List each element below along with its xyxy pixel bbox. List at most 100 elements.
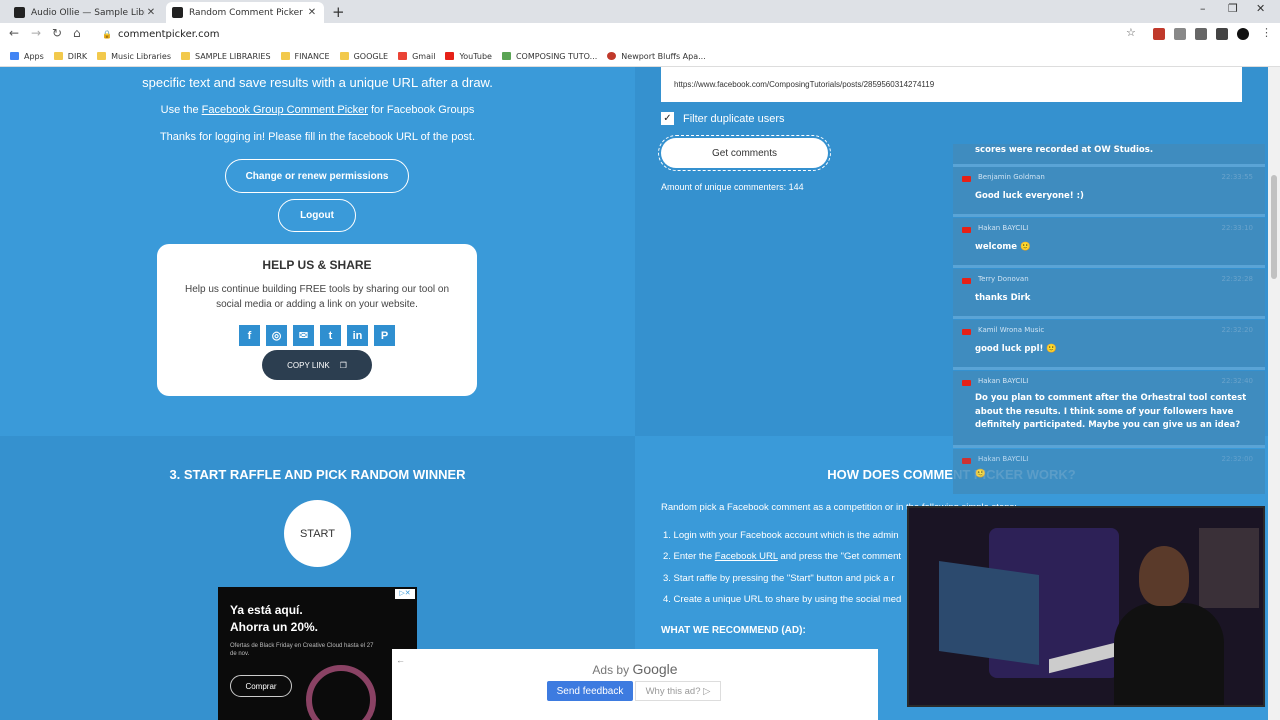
apps-grid-icon [10, 52, 19, 60]
bookmark-apps[interactable]: Apps [10, 52, 44, 61]
why-this-ad-button[interactable]: Why this ad? ▷ [635, 681, 721, 701]
comment-item: Hakan BAYCILI 22:32:00 🙂 [953, 449, 1265, 494]
bookmark-label: COMPOSING TUTO... [515, 51, 598, 61]
bookmark-finance[interactable]: FINANCE [280, 52, 330, 61]
group-picker-link[interactable]: Facebook Group Comment Picker [202, 104, 368, 116]
twitter-icon[interactable]: t [320, 325, 341, 346]
tab-title: Random Comment Picker for Fac [189, 7, 306, 18]
comment-message: good luck ppl! 🙂 [975, 344, 1057, 354]
bookmark-newport-bluffs[interactable]: Newport Bluffs Apa... [607, 52, 706, 61]
comment-message: thanks Dirk [975, 293, 1031, 303]
step-3: 3. Start raffle by pressing the "Start" … [663, 573, 895, 584]
reload-icon[interactable]: ↻ [52, 26, 62, 40]
ad-headline: Ya está aquí. Ahorra un 20%. [230, 602, 318, 636]
comment-author: Hakan BAYCILI [978, 455, 1029, 463]
webcam-person-head [1139, 546, 1189, 606]
bookmarks-bar: Apps DIRK Music Libraries SAMPLE LIBRARI… [0, 46, 1280, 67]
linkedin-icon[interactable]: in [347, 325, 368, 346]
filter-duplicates[interactable]: ✓ Filter duplicate users [661, 112, 785, 125]
get-comments-button[interactable]: Get comments [658, 135, 831, 171]
comment-message: Good luck everyone! :) [975, 191, 1084, 201]
scrollbar-thumb[interactable] [1271, 175, 1277, 279]
bookmark-music-libraries[interactable]: Music Libraries [97, 52, 171, 61]
browser-toolbar: ← → ↻ ⌂ 🔒 commentpicker.com ☆ ⋮ [0, 23, 1280, 46]
ads-by-google-panel: ← Ads by Google Send feedback Why this a… [392, 649, 878, 720]
bookmark-google[interactable]: GOOGLE [339, 52, 388, 61]
ads-by-label: Ads by Google [392, 661, 878, 677]
forward-icon[interactable]: → [31, 26, 41, 40]
bookmark-star-icon[interactable]: ☆ [1126, 26, 1136, 39]
tab-audio-ollie[interactable]: Audio Ollie — Sample Libraries a ✕ [8, 2, 163, 23]
ad-subtext: Ofertas de Black Friday en Creative Clou… [230, 643, 374, 657]
comment-item: Hakan BAYCILI 22:32:40 Do you plan to co… [953, 371, 1265, 448]
facebook-url-link[interactable]: Facebook URL [715, 551, 778, 562]
whatsapp-icon[interactable]: ◎ [266, 325, 287, 346]
tab-comment-picker[interactable]: Random Comment Picker for Fac ✕ [166, 2, 324, 23]
back-icon[interactable]: ← [9, 26, 19, 40]
close-tab-icon[interactable]: ✕ [145, 7, 157, 18]
intro-text: specific text and save results with a un… [142, 75, 493, 90]
ad-headline-1: Ya está aquí. [230, 603, 303, 617]
copy-link-button[interactable]: COPY LINK ❐ [262, 350, 372, 380]
logout-button[interactable]: Logout [278, 199, 356, 232]
bookmark-gmail[interactable]: Gmail [398, 52, 435, 61]
adobe-ad[interactable]: ▷✕ Ya está aquí. Ahorra un 20%. Ofertas d… [218, 587, 417, 720]
pinterest-icon[interactable]: P [374, 325, 395, 346]
extension-icon[interactable] [1174, 28, 1186, 40]
comment-time: 22:33:10 [1221, 224, 1253, 232]
share-text: Help us continue building FREE tools by … [184, 284, 450, 310]
unique-commenters-count: Amount of unique commenters: 144 [661, 182, 804, 192]
close-tab-icon[interactable]: ✕ [306, 7, 318, 18]
comment-message: Do you plan to comment after the Orhestr… [975, 393, 1247, 431]
ad-choices-icon[interactable]: ▷✕ [395, 589, 415, 599]
webcam-overlay [907, 506, 1265, 707]
folder-icon [53, 52, 63, 60]
comment-author: Hakan BAYCILI [978, 377, 1029, 385]
copy-icon: ❐ [339, 360, 347, 370]
group-picker-text: Use the Facebook Group Comment Picker fo… [0, 104, 635, 116]
new-tab-icon[interactable]: + [332, 3, 345, 21]
raffle-title: 3. START RAFFLE AND PICK RANDOM WINNER [169, 467, 466, 482]
comment-item: scores were recorded at OW Studios. [953, 144, 1265, 167]
post-url-input[interactable]: https://www.facebook.com/ComposingTutori… [661, 67, 1242, 102]
email-icon[interactable]: ✉ [293, 325, 314, 346]
ad-buy-button[interactable]: Comprar [230, 675, 292, 697]
audio-ollie-favicon-icon [14, 7, 25, 18]
comment-author: Terry Donovan [978, 275, 1029, 283]
step-1: 1. Login with your Facebook account whic… [663, 530, 899, 541]
bookmark-sample-libraries[interactable]: SAMPLE LIBRARIES [180, 52, 271, 61]
comment-time: 22:33:55 [1221, 173, 1253, 181]
social-buttons: f ◎ ✉ t in P [157, 325, 477, 346]
shopify-icon [501, 52, 511, 60]
maximize-icon[interactable]: ❐ [1228, 2, 1238, 15]
renew-permissions-button[interactable]: Change or renew permissions [225, 159, 409, 193]
comment-message: scores were recorded at OW Studios. [975, 145, 1154, 155]
lock-icon: 🔒 [102, 29, 112, 39]
bookmark-dirk[interactable]: DIRK [53, 52, 87, 61]
logged-in-message: Thanks for logging in! Please fill in th… [159, 131, 476, 143]
comment-time: 22:32:40 [1221, 377, 1253, 385]
home-icon[interactable]: ⌂ [73, 26, 81, 40]
send-feedback-button[interactable]: Send feedback [547, 681, 633, 701]
youtube-icon [962, 380, 971, 386]
page-scrollbar[interactable] [1268, 67, 1280, 720]
address-bar[interactable]: 🔒 commentpicker.com [94, 25, 1144, 43]
facebook-icon[interactable]: f [239, 325, 260, 346]
comment-author: Benjamin Goldman [978, 173, 1045, 181]
pdf-extension-icon[interactable] [1153, 28, 1165, 40]
tab-bar: Audio Ollie — Sample Libraries a ✕ Rando… [0, 0, 1280, 23]
bookmark-composing-tutorials[interactable]: COMPOSING TUTO... [501, 51, 598, 61]
bookmark-youtube[interactable]: YouTube [445, 52, 492, 61]
puzzle-icon[interactable] [1195, 28, 1207, 40]
menu-kebab-icon[interactable]: ⋮ [1261, 26, 1272, 39]
share-card: HELP US & SHARE Help us continue buildin… [157, 244, 477, 396]
tab-title: Audio Ollie — Sample Libraries a [31, 7, 145, 18]
close-window-icon[interactable]: ✕ [1256, 2, 1265, 15]
folder-icon [180, 52, 190, 60]
profile-avatar[interactable] [1237, 28, 1249, 40]
reading-list-icon[interactable] [1216, 28, 1228, 40]
minimize-icon[interactable]: – [1200, 2, 1206, 15]
checkbox-checked-icon[interactable]: ✓ [661, 112, 674, 125]
group-prefix: Use the [160, 104, 202, 116]
start-button[interactable]: START [284, 500, 351, 567]
